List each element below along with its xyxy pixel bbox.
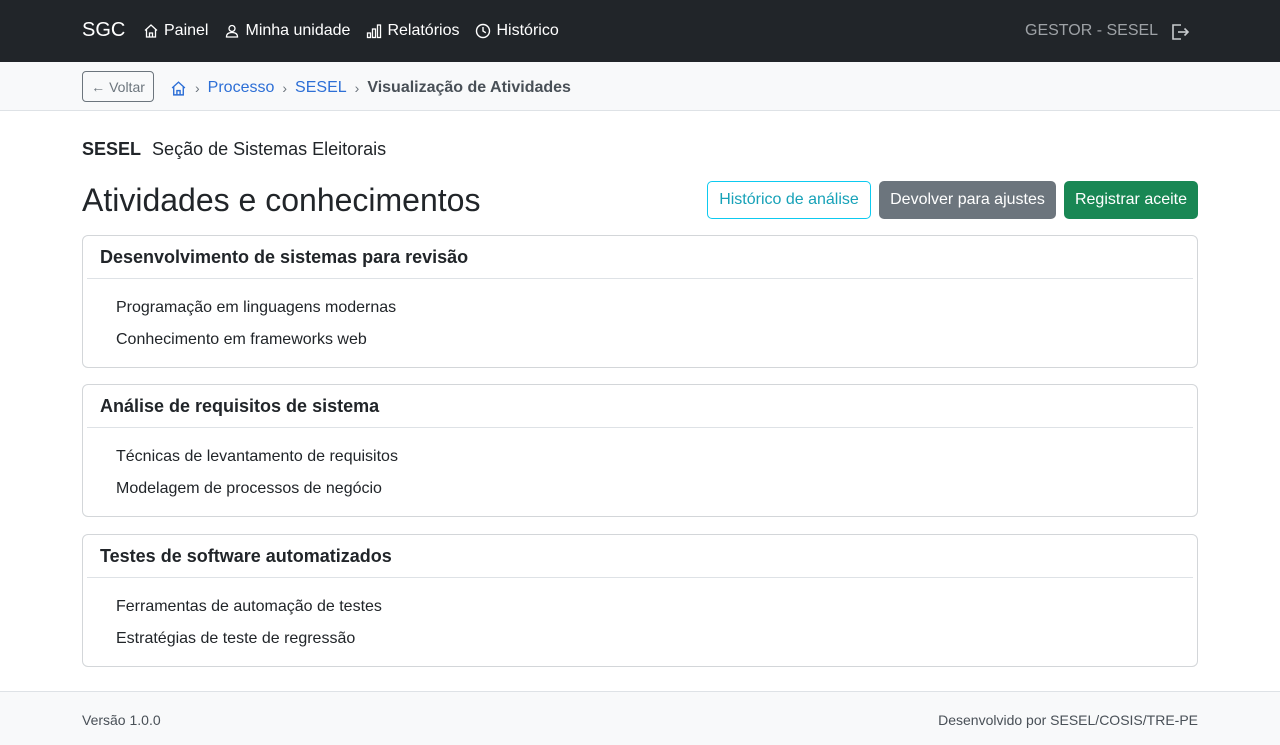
history-analysis-button[interactable]: Histórico de análise (707, 181, 871, 219)
activity-card: Testes de software automatizados Ferrame… (82, 534, 1198, 667)
page-title: Atividades e conhecimentos (82, 182, 481, 218)
clock-icon (476, 23, 491, 39)
breadcrumb-bar: ← Voltar › Processo › SESEL › Visualizaç… (0, 62, 1280, 111)
register-acceptance-button[interactable]: Registrar aceite (1064, 181, 1198, 219)
nav-historico[interactable]: Histórico (475, 22, 559, 40)
nav-relatorios-label: Relatórios (387, 22, 460, 39)
breadcrumb-separator: › (354, 80, 360, 96)
home-icon[interactable] (170, 80, 187, 97)
activity-card: Desenvolvimento de sistemas para revisão… (82, 235, 1198, 368)
knowledge-item: Estratégias de teste de regressão (116, 630, 356, 647)
knowledge-item: Modelagem de processos de negócio (116, 480, 382, 497)
breadcrumb-current: Visualização de Atividades (367, 79, 571, 96)
developed-by-label: Desenvolvido por SESEL/COSIS/TRE-PE (938, 712, 1198, 728)
user-profile-label: GESTOR - SESEL (1025, 22, 1159, 39)
unit-sigla: SESEL (82, 139, 142, 159)
activity-title: Testes de software automatizados (87, 535, 1193, 578)
breadcrumb-separator: › (282, 80, 288, 96)
unit-header: SESEL Seção de Sistemas Eleitorais (82, 139, 386, 160)
house-icon (144, 24, 158, 38)
return-for-adjustments-button[interactable]: Devolver para ajustes (879, 181, 1056, 219)
knowledge-item: Ferramentas de automação de testes (116, 598, 382, 615)
bar-chart-icon (367, 24, 382, 39)
knowledge-item: Técnicas de levantamento de requisitos (116, 448, 398, 465)
brand-logo[interactable]: SGC (82, 19, 125, 42)
activity-card: Análise de requisitos de sistema Técnica… (82, 384, 1198, 517)
back-button-label: Voltar (109, 78, 145, 95)
nav-painel[interactable]: Painel (143, 22, 208, 40)
top-navbar: SGC Painel Minha unidade Relatórios Hist… (0, 0, 1280, 62)
nav-relatorios[interactable]: Relatórios (366, 22, 459, 40)
activity-title: Desenvolvimento de sistemas para revisão (87, 236, 1193, 279)
nav-minha-unidade[interactable]: Minha unidade (224, 22, 350, 40)
knowledge-list: Ferramentas de automação de testes Estra… (83, 578, 1197, 660)
knowledge-list: Técnicas de levantamento de requisitos M… (83, 428, 1197, 510)
version-label: Versão 1.0.0 (82, 712, 161, 728)
unit-name: Seção de Sistemas Eleitorais (152, 139, 387, 159)
nav-minha-unidade-label: Minha unidade (245, 22, 351, 39)
knowledge-item: Conhecimento em frameworks web (116, 331, 367, 348)
main-nav: Painel Minha unidade Relatórios Históric… (143, 0, 559, 62)
breadcrumb-separator: › (195, 80, 200, 96)
knowledge-item: Programação em linguagens modernas (116, 299, 397, 316)
breadcrumb: › Processo › SESEL › Visualização de Ati… (170, 78, 571, 98)
back-button[interactable]: ← Voltar (82, 71, 154, 102)
breadcrumb-processo[interactable]: Processo (208, 79, 275, 97)
person-icon (226, 24, 239, 38)
footer: Versão 1.0.0 Desenvolvido por SESEL/COSI… (0, 691, 1280, 745)
arrow-left-icon: ← (91, 78, 106, 95)
knowledge-list: Programação em linguagens modernas Conhe… (83, 279, 1197, 361)
logout-icon[interactable] (1169, 21, 1191, 43)
nav-historico-label: Histórico (496, 22, 559, 39)
nav-painel-label: Painel (164, 22, 209, 39)
activity-title: Análise de requisitos de sistema (87, 385, 1193, 428)
breadcrumb-sesel[interactable]: SESEL (295, 79, 347, 97)
